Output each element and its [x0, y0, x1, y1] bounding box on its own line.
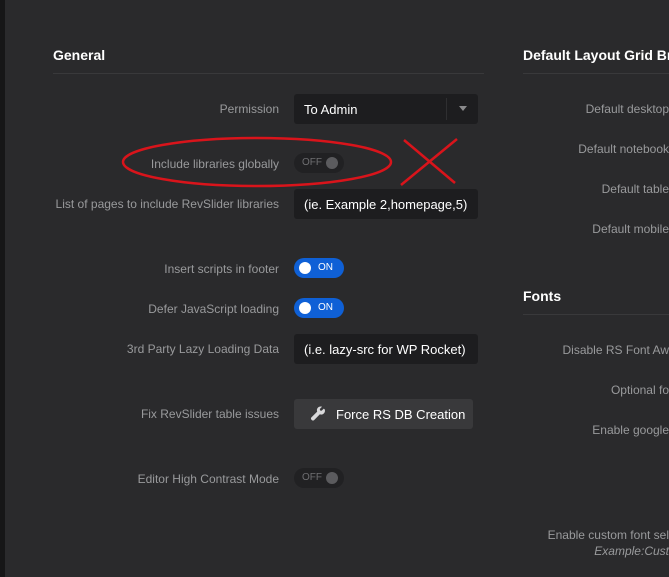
lazy-loading-input[interactable]: (i.e. lazy-src for WP Rocket) — [294, 334, 478, 364]
insert-footer-label: Insert scripts in footer — [164, 262, 279, 276]
lazy-loading-label: 3rd Party Lazy Loading Data — [126, 342, 279, 356]
chevron-down-icon[interactable] — [459, 106, 467, 111]
include-libraries-toggle[interactable]: OFF — [294, 153, 344, 173]
fix-tables-label: Fix RevSlider table issues — [140, 407, 279, 421]
permission-select-value: To Admin — [304, 102, 358, 117]
select-divider — [446, 98, 447, 120]
toggle-state-text: OFF — [302, 472, 322, 483]
optional-fonts-label: Optional fo — [610, 383, 669, 397]
default-tablet-label: Default table — [601, 182, 669, 196]
fonts-title-divider — [523, 314, 669, 315]
disable-font-awesome-label: Disable RS Font Aw — [562, 343, 669, 357]
include-libraries-label: Include libraries globally — [150, 157, 279, 171]
wrench-icon — [310, 406, 325, 421]
permission-select[interactable]: To Admin — [294, 94, 478, 124]
general-title-divider — [53, 73, 484, 74]
default-notebook-label: Default notebook — [578, 142, 669, 156]
default-desktop-label: Default desktop — [585, 102, 669, 116]
toggle-knob — [326, 472, 338, 484]
global-settings-panel — [5, 0, 669, 577]
default-mobile-label: Default mobile — [592, 222, 669, 236]
enable-custom-font-label: Enable custom font sel — [547, 528, 669, 542]
toggle-state-text: OFF — [302, 157, 322, 168]
force-db-creation-label: Force RS DB Creation — [336, 407, 466, 422]
high-contrast-label: Editor High Contrast Mode — [137, 472, 279, 486]
defer-js-toggle[interactable]: ON — [294, 298, 344, 318]
layout-grid-section-title: Default Layout Grid Br — [523, 47, 669, 63]
toggle-knob — [326, 157, 338, 169]
defer-js-label: Defer JavaScript loading — [148, 302, 279, 316]
pages-list-input[interactable]: (ie. Example 2,homepage,5) — [294, 189, 478, 219]
pages-list-label: List of pages to include RevSlider libra… — [55, 197, 279, 211]
general-section-title: General — [53, 47, 106, 63]
custom-font-example: Example:Cust — [594, 544, 669, 558]
layout-grid-title-divider — [523, 73, 669, 74]
enable-google-fonts-label: Enable google — [592, 423, 669, 437]
toggle-state-text: ON — [318, 302, 333, 313]
toggle-state-text: ON — [318, 262, 333, 273]
toggle-knob — [299, 302, 311, 314]
high-contrast-toggle[interactable]: OFF — [294, 468, 344, 488]
toggle-knob — [299, 262, 311, 274]
permission-label: Permission — [219, 102, 279, 116]
insert-footer-toggle[interactable]: ON — [294, 258, 344, 278]
force-db-creation-button[interactable]: Force RS DB Creation — [294, 399, 473, 429]
settings-page: General Permission To Admin Include libr… — [0, 0, 669, 577]
fonts-section-title: Fonts — [523, 288, 562, 304]
